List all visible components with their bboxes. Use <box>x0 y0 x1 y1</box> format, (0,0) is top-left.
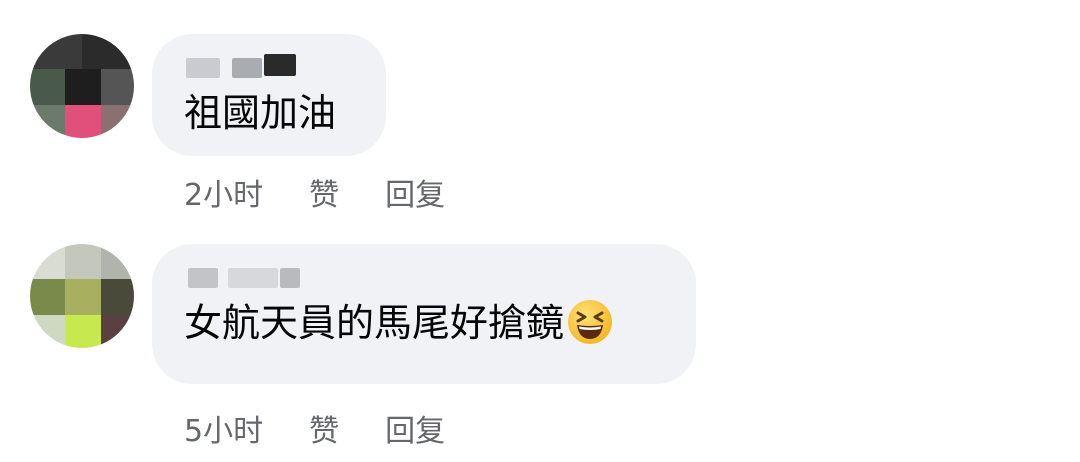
redacted-username[interactable] <box>184 262 304 292</box>
avatar[interactable] <box>30 244 134 348</box>
comment-bubble[interactable]: 祖國加油 <box>152 34 386 156</box>
grinning-squinting-face-icon <box>566 298 614 346</box>
avatar[interactable] <box>30 34 134 138</box>
comment-actions: 5小时 赞 回复 <box>184 406 445 450</box>
like-button[interactable]: 赞 <box>309 406 339 450</box>
reply-button[interactable]: 回复 <box>385 406 445 450</box>
comment-actions: 2小时 赞 回复 <box>184 170 445 214</box>
reply-button[interactable]: 回复 <box>385 170 445 214</box>
comment-text: 女航天員的馬尾好搶鏡 <box>184 298 662 350</box>
comment-text: 祖國加油 <box>184 91 337 135</box>
comment-bubble[interactable]: 女航天員的馬尾好搶鏡 <box>152 244 696 384</box>
redacted-username[interactable] <box>184 52 304 82</box>
timestamp: 2小时 <box>184 178 264 213</box>
timestamp: 5小时 <box>184 414 264 449</box>
like-button[interactable]: 赞 <box>309 170 339 214</box>
